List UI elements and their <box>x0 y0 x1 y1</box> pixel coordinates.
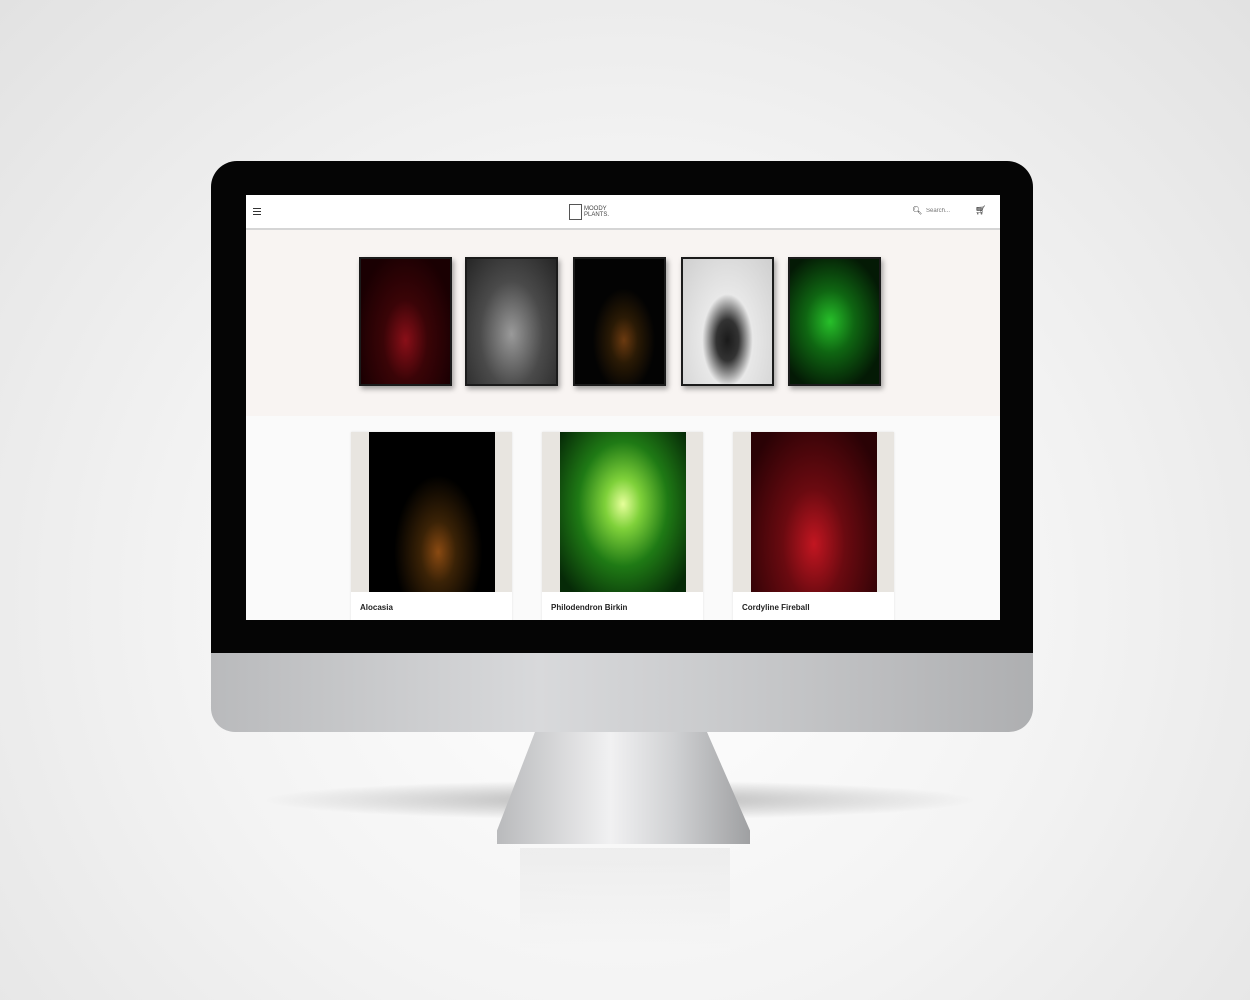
hamburger-icon[interactable] <box>253 208 261 215</box>
logo-line2: PLANTS. <box>584 212 610 218</box>
product-card[interactable]: Alocasia <box>351 432 512 620</box>
website-screen: MOODYPLANTS. 🔍︎ 🛒︎ Alocasia Philodendron… <box>246 195 1000 620</box>
product-title: Cordyline Fireball <box>742 603 810 612</box>
search-icon[interactable]: 🔍︎ <box>912 206 922 215</box>
monitor-chin <box>211 653 1033 732</box>
product-title: Philodendron Birkin <box>551 603 628 612</box>
hero-gallery <box>246 230 1000 416</box>
frame-grey-cactus[interactable] <box>465 257 558 386</box>
product-image <box>369 432 495 592</box>
site-header: MOODYPLANTS. 🔍︎ 🛒︎ <box>246 195 1000 230</box>
product-image <box>560 432 686 592</box>
site-logo[interactable]: MOODY PLANTS. <box>569 204 614 220</box>
search-input[interactable] <box>926 208 962 214</box>
cart-icon[interactable]: 🛒︎ <box>975 205 986 216</box>
stand-reflection <box>520 848 730 948</box>
product-title: Alocasia <box>360 603 393 612</box>
logo-mark-icon <box>569 204 582 220</box>
frame-red-cordyline[interactable] <box>359 257 452 386</box>
monitor-stand <box>497 732 750 844</box>
product-card[interactable]: Philodendron Birkin <box>542 432 703 620</box>
frame-alocasia[interactable] <box>573 257 666 386</box>
frame-euphorbia[interactable] <box>681 257 774 386</box>
product-image <box>751 432 877 592</box>
frame-green-palm[interactable] <box>788 257 881 386</box>
product-card[interactable]: Cordyline Fireball <box>733 432 894 620</box>
